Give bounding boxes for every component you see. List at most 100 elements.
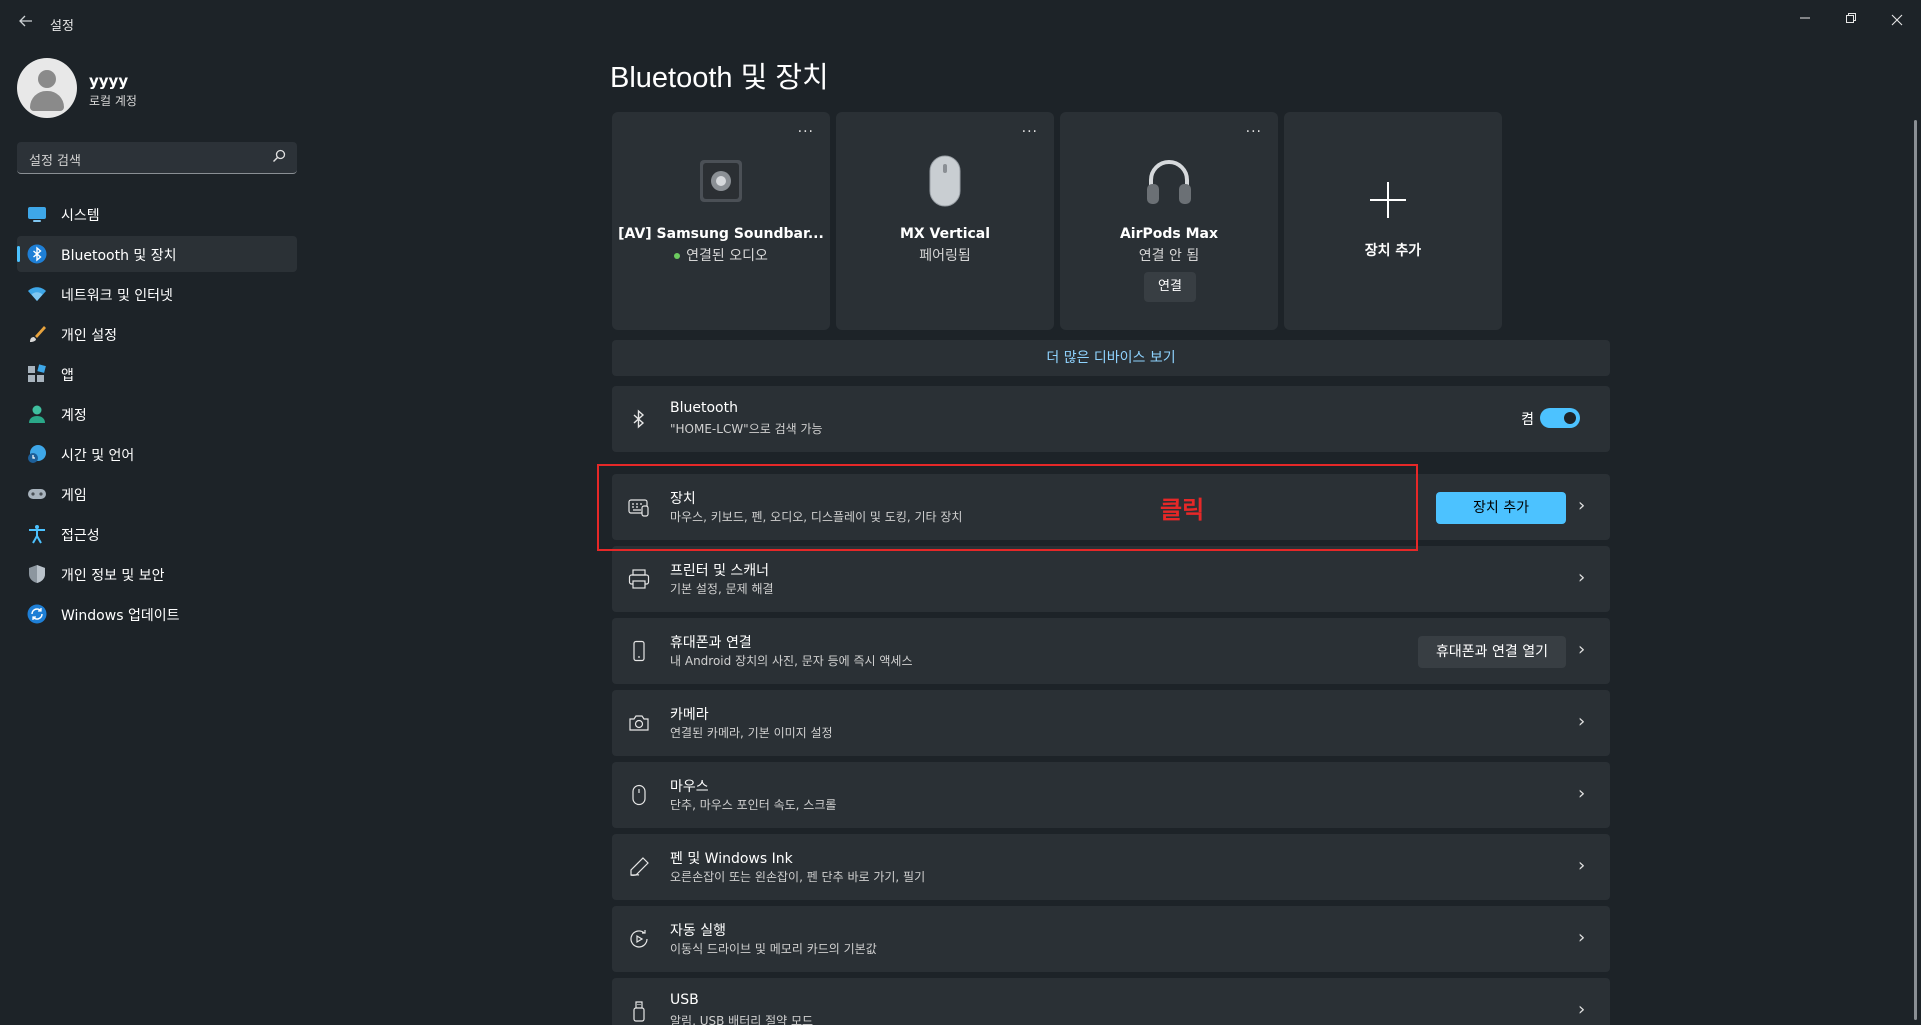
device-card-airpods-max[interactable]: ... AirPods Max 연결 안 됨 연결 xyxy=(1060,112,1278,330)
add-device-label: 장치 추가 xyxy=(1364,243,1422,259)
nav-list: 시스템 Bluetooth 및 장치 네트워크 및 인터넷 개인 설정 앱 계정… xyxy=(17,196,297,636)
device-cards: ... [AV] Samsung Soundbar... 연결된 오디오 ...… xyxy=(612,112,1512,330)
annotation-label: 클릭 xyxy=(1160,496,1205,524)
row-title: 휴대폰과 연결 xyxy=(670,635,752,651)
user-profile[interactable]: yyyy 로컬 계정 xyxy=(17,58,297,120)
profile-account-type: 로컬 계정 xyxy=(89,94,137,108)
plus-icon xyxy=(1368,180,1408,220)
minimize-button[interactable] xyxy=(1782,6,1828,36)
sidebar-item-network[interactable]: 네트워크 및 인터넷 xyxy=(17,276,297,312)
brush-icon xyxy=(27,324,47,344)
device-name: MX Vertical xyxy=(899,226,991,242)
sidebar-item-label: 개인 설정 xyxy=(61,328,117,344)
search-icon[interactable] xyxy=(271,148,287,164)
maximize-button[interactable] xyxy=(1828,6,1874,36)
device-status: 연결된 오디오 xyxy=(612,245,830,265)
sidebar-item-label: 접근성 xyxy=(61,528,100,544)
more-options-button[interactable]: ... xyxy=(1022,120,1038,136)
gamepad-icon xyxy=(27,484,47,504)
scrollbar[interactable] xyxy=(1914,120,1917,1020)
sidebar-item-privacy[interactable]: 개인 정보 및 보안 xyxy=(17,556,297,592)
row-title: 자동 실행 xyxy=(670,923,726,939)
sidebar-item-time-language[interactable]: 시간 및 언어 xyxy=(17,436,297,472)
mouse-row[interactable]: 마우스 단추, 마우스 포인터 속도, 스크롤 › xyxy=(612,762,1610,828)
autoplay-row[interactable]: 자동 실행 이동식 드라이브 및 메모리 카드의 기본값 › xyxy=(612,906,1610,972)
row-subtitle: 단추, 마우스 포인터 속도, 스크롤 xyxy=(670,798,837,812)
bluetooth-row: Bluetooth "HOME-LCW"으로 검색 가능 켬 xyxy=(612,386,1610,452)
apps-icon xyxy=(27,364,47,384)
title-bar: 설정 xyxy=(0,0,1921,46)
accessibility-icon xyxy=(27,524,47,544)
active-indicator xyxy=(17,246,20,262)
mouse-outline-icon xyxy=(628,784,650,806)
sidebar-item-label: 개인 정보 및 보안 xyxy=(61,568,165,584)
add-device-card[interactable]: 장치 추가 xyxy=(1284,112,1502,330)
bluetooth-icon xyxy=(628,408,650,430)
sidebar-item-personalization[interactable]: 개인 설정 xyxy=(17,316,297,352)
more-devices-link[interactable]: 더 많은 디바이스 보기 xyxy=(612,340,1610,376)
row-title: 프린터 및 스캐너 xyxy=(670,563,770,579)
pen-row[interactable]: 펜 및 Windows Ink 오른손잡이 또는 왼손잡이, 펜 단추 바로 가… xyxy=(612,834,1610,900)
toggle-state-label: 켬 xyxy=(1521,412,1534,428)
row-subtitle: 알림, USB 배터리 절약 모드 xyxy=(670,1014,814,1025)
phone-link-row[interactable]: 휴대폰과 연결 내 Android 장치의 사진, 문자 등에 즉시 액세스 휴… xyxy=(612,618,1610,684)
chevron-right-icon: › xyxy=(1578,639,1586,660)
open-phone-link-button[interactable]: 휴대폰과 연결 열기 xyxy=(1418,636,1566,668)
add-device-button[interactable]: 장치 추가 xyxy=(1436,492,1566,524)
sidebar-item-windows-update[interactable]: Windows 업데이트 xyxy=(17,596,297,632)
row-title: 마우스 xyxy=(670,779,709,795)
printers-row[interactable]: 프린터 및 스캐너 기본 설정, 문제 해결 › xyxy=(612,546,1610,612)
sidebar-item-system[interactable]: 시스템 xyxy=(17,196,297,232)
sidebar-item-accessibility[interactable]: 접근성 xyxy=(17,516,297,552)
bluetooth-icon xyxy=(27,244,47,264)
wifi-icon xyxy=(27,284,47,304)
back-arrow-icon[interactable] xyxy=(16,13,36,33)
sidebar-item-bluetooth[interactable]: Bluetooth 및 장치 xyxy=(17,236,297,272)
camera-row[interactable]: 카메라 연결된 카메라, 기본 이미지 설정 › xyxy=(612,690,1610,756)
chevron-right-icon: › xyxy=(1578,783,1586,804)
autoplay-icon xyxy=(628,928,650,950)
device-status: 연결 안 됨 xyxy=(1138,248,1200,264)
row-subtitle: 내 Android 장치의 사진, 문자 등에 즉시 액세스 xyxy=(670,654,913,668)
chevron-right-icon: › xyxy=(1578,567,1586,588)
sidebar-item-label: Windows 업데이트 xyxy=(61,608,180,624)
speaker-icon xyxy=(696,154,746,208)
settings-search-input[interactable]: 설정 검색 xyxy=(17,142,297,174)
sidebar-item-label: 앱 xyxy=(61,368,74,384)
device-name: [AV] Samsung Soundbar... xyxy=(618,226,824,242)
update-icon xyxy=(27,604,47,624)
pen-icon xyxy=(628,856,650,878)
chevron-right-icon: › xyxy=(1578,711,1586,732)
avatar xyxy=(17,58,77,118)
row-title: USB xyxy=(670,992,699,1008)
device-card-soundbar[interactable]: ... [AV] Samsung Soundbar... 연결된 오디오 xyxy=(612,112,830,330)
row-title: 카메라 xyxy=(670,707,709,723)
sidebar-item-gaming[interactable]: 게임 xyxy=(17,476,297,512)
sidebar-item-label: 게임 xyxy=(61,488,87,504)
device-card-mx-vertical[interactable]: ... MX Vertical 페어링됨 xyxy=(836,112,1054,330)
camera-icon xyxy=(628,712,650,734)
page-title: Bluetooth 및 장치 xyxy=(610,62,829,94)
row-subtitle: 오른손잡이 또는 왼손잡이, 펜 단추 바로 가기, 필기 xyxy=(670,870,926,884)
row-subtitle: 이동식 드라이브 및 메모리 카드의 기본값 xyxy=(670,942,877,956)
usb-row[interactable]: USB 알림, USB 배터리 절약 모드 › xyxy=(612,978,1610,1025)
more-options-button[interactable]: ... xyxy=(1246,120,1262,136)
sidebar-item-apps[interactable]: 앱 xyxy=(17,356,297,392)
person-icon xyxy=(27,404,47,424)
bluetooth-toggle[interactable] xyxy=(1540,408,1580,428)
more-options-button[interactable]: ... xyxy=(798,120,814,136)
close-button[interactable] xyxy=(1874,6,1920,36)
globe-clock-icon xyxy=(27,444,47,464)
sidebar-item-accounts[interactable]: 계정 xyxy=(17,396,297,432)
printer-icon xyxy=(628,568,650,590)
row-subtitle: "HOME-LCW"으로 검색 가능 xyxy=(670,422,823,436)
row-subtitle: 연결된 카메라, 기본 이미지 설정 xyxy=(670,726,833,740)
connect-button[interactable]: 연결 xyxy=(1144,272,1196,302)
row-subtitle: 기본 설정, 문제 해결 xyxy=(670,582,774,596)
sidebar-item-label: 시스템 xyxy=(61,208,100,224)
sidebar: yyyy 로컬 계정 설정 검색 시스템 Bluetooth 및 장치 네트워크… xyxy=(0,46,312,1025)
device-name: AirPods Max xyxy=(1119,226,1219,242)
chevron-right-icon: › xyxy=(1578,855,1586,876)
chevron-right-icon: › xyxy=(1578,927,1586,948)
window-title: 설정 xyxy=(50,19,74,34)
